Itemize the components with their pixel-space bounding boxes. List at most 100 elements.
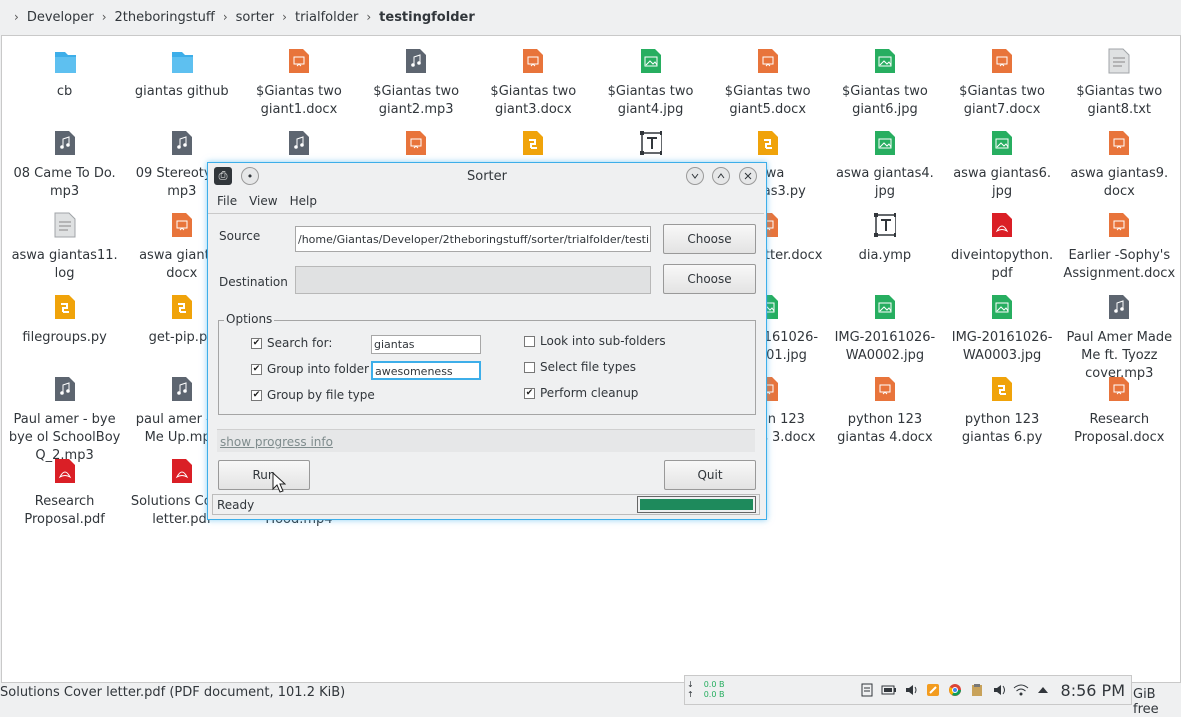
breadcrumb-item[interactable]: sorter [236, 10, 275, 25]
audio-icon [405, 48, 427, 74]
file-item[interactable]: Paul amer - bye bye ol SchoolBoy Q_2.mp3 [6, 374, 123, 463]
clipboard-icon[interactable] [859, 682, 875, 698]
menu-help[interactable]: Help [290, 194, 317, 208]
speaker-icon[interactable] [991, 682, 1007, 698]
battery-icon[interactable] [881, 682, 897, 698]
select-types-label: Select file types [540, 360, 636, 374]
file-item[interactable]: Paul Amer Made Me ft. Tyozz cover.mp3 [1061, 292, 1178, 381]
file-name: aswa giantas11. log [11, 248, 118, 281]
file-name: dia.ymp [858, 248, 912, 263]
pen-icon[interactable] [925, 682, 941, 698]
run-button[interactable]: Run [218, 460, 310, 490]
dialog-status-text: Ready [217, 498, 255, 512]
system-tray: ↓ 0.0 B ↑ 0.0 B 8:56 PM [684, 675, 1132, 705]
wifi-icon[interactable] [1013, 682, 1029, 698]
file-name: IMG-20161026- WA0003.jpg [951, 330, 1053, 363]
file-item[interactable]: $Giantas two giant8.txt [1061, 46, 1178, 128]
file-item[interactable]: 08 Came To Do. mp3 [6, 128, 123, 210]
chevron-right-icon: › [222, 10, 228, 24]
pdf-icon [991, 212, 1013, 238]
source-field[interactable]: /home/Giantas/Developer/2theboringstuff/… [295, 226, 651, 252]
clipboard-manager-icon[interactable] [969, 682, 985, 698]
file-item[interactable]: giantas github [123, 46, 240, 128]
file-name: cb [56, 84, 73, 99]
file-name: $Giantas two giant8.txt [1076, 84, 1163, 117]
subfolders-label: Look into sub-folders [540, 334, 666, 348]
file-item[interactable]: $Giantas two giant6.jpg [826, 46, 943, 128]
source-label: Source [219, 229, 261, 243]
audio-icon [288, 130, 310, 156]
menu-file[interactable]: File [217, 194, 237, 208]
folder-icon [171, 48, 193, 74]
file-name: filegroups.py [22, 330, 107, 345]
file-item[interactable]: dia.ymp [826, 210, 943, 292]
show-progress-link[interactable]: show progress info [220, 435, 333, 449]
file-item[interactable]: diveintopython. pdf [944, 210, 1061, 292]
file-item[interactable]: Earlier -Sophy's Assignment.docx [1061, 210, 1178, 292]
file-item[interactable]: $Giantas two giant2.mp3 [358, 46, 475, 128]
file-item[interactable]: python 123 giantas 4.docx [826, 374, 943, 456]
file-item[interactable]: $Giantas two giant1.docx [240, 46, 357, 128]
close-button[interactable] [739, 167, 757, 185]
file-item[interactable]: IMG-20161026- WA0002.jpg [826, 292, 943, 374]
file-item[interactable]: $Giantas two giant7.docx [944, 46, 1061, 128]
search-input[interactable]: giantas [371, 335, 481, 354]
select-types-checkbox[interactable]: Select file types [524, 360, 636, 374]
file-item[interactable]: $Giantas two giant4.jpg [592, 46, 709, 128]
file-item[interactable]: aswa giantas11. log [6, 210, 123, 292]
breadcrumb-root-icon[interactable]: › [14, 10, 19, 24]
file-item[interactable]: aswa giantas9. docx [1061, 128, 1178, 210]
python-icon [991, 376, 1013, 402]
file-item[interactable]: Research Proposal.pdf [6, 456, 123, 538]
chrome-icon[interactable] [947, 682, 963, 698]
file-item[interactable]: $Giantas two giant3.docx [475, 46, 592, 128]
file-name: giantas github [134, 84, 229, 99]
maximize-button[interactable] [712, 167, 730, 185]
document-icon [405, 130, 427, 156]
tray-expand-icon[interactable] [1035, 682, 1051, 698]
file-item[interactable]: python 123 giantas 6.py [944, 374, 1061, 456]
python-icon [757, 130, 779, 156]
source-choose-button[interactable]: Choose [663, 224, 756, 254]
breadcrumb-item[interactable]: testingfolder [379, 10, 475, 25]
dialog-titlebar[interactable]: ⎙ • Sorter [208, 163, 766, 189]
file-name: aswa giantas9. docx [1070, 166, 1169, 199]
file-name: python 123 giantas 4.docx [837, 412, 933, 445]
folder-name-input[interactable]: awesomeness [371, 361, 481, 380]
search-for-checkbox[interactable]: ✔ Search for: [251, 336, 332, 350]
file-item[interactable]: Research Proposal.docx [1061, 374, 1178, 456]
breadcrumb-item[interactable]: Developer [27, 10, 94, 25]
file-name: $Giantas two giant4.jpg [607, 84, 694, 117]
audio-icon [171, 376, 193, 402]
destination-label: Destination [219, 275, 288, 289]
group-folder-checkbox[interactable]: ✔ Group into folder [251, 362, 369, 376]
breadcrumb-item[interactable]: trialfolder [295, 10, 358, 25]
dialog-title: Sorter [467, 168, 507, 184]
text-icon [54, 212, 76, 238]
destination-field[interactable] [295, 266, 651, 294]
subfolders-checkbox[interactable]: Look into sub-folders [524, 334, 666, 348]
breadcrumb-item[interactable]: 2theboringstuff [115, 10, 215, 25]
minimize-button[interactable] [686, 167, 704, 185]
file-name: aswa giantas6. jpg [953, 166, 1051, 199]
cleanup-checkbox[interactable]: ✔ Perform cleanup [524, 386, 638, 400]
file-item[interactable]: IMG-20161026- WA0003.jpg [944, 292, 1061, 374]
file-item[interactable]: aswa giantas6. jpg [944, 128, 1061, 210]
document-icon [757, 48, 779, 74]
vector-icon [639, 130, 662, 156]
clock[interactable]: 8:56 PM [1061, 681, 1125, 700]
document-icon [991, 48, 1013, 74]
quit-button[interactable]: Quit [664, 460, 756, 490]
volume-icon[interactable] [903, 682, 919, 698]
group-type-checkbox[interactable]: ✔ Group by file type [251, 388, 375, 402]
audio-icon [171, 130, 193, 156]
file-item[interactable]: aswa giantas4. jpg [826, 128, 943, 210]
group-type-label: Group by file type [267, 388, 375, 402]
file-item[interactable]: $Giantas two giant5.docx [709, 46, 826, 128]
menu-view[interactable]: View [249, 194, 277, 208]
chevron-right-icon: › [366, 10, 372, 24]
file-item[interactable]: cb [6, 46, 123, 128]
progress-bar [637, 496, 756, 513]
file-item[interactable]: filegroups.py [6, 292, 123, 374]
destination-choose-button[interactable]: Choose [663, 264, 756, 294]
